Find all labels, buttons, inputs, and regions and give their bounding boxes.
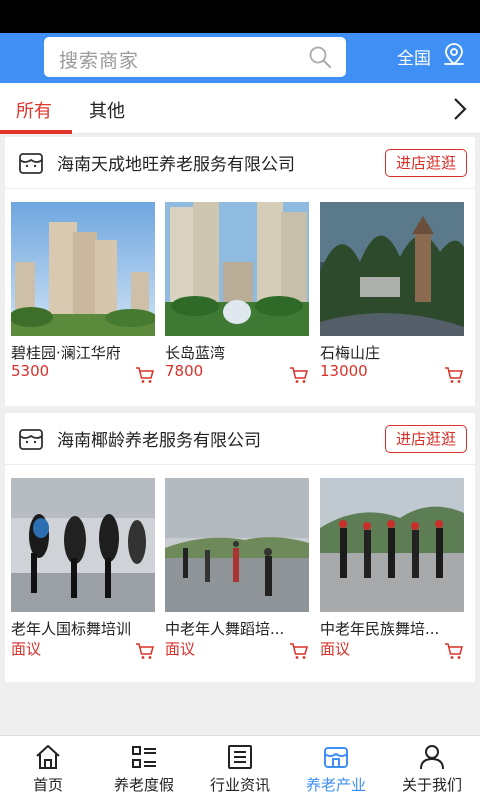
product-list: 老年人国标舞培训 面议 中老年人舞蹈培... 面议 中老年民族舞培... 面议 — [5, 478, 475, 668]
status-bar — [0, 0, 480, 33]
product-price: 5300 — [11, 362, 50, 380]
product-name: 石梅山庄 — [320, 344, 381, 362]
cart-icon[interactable] — [135, 642, 155, 660]
nav-label: 养老度假 — [113, 776, 174, 794]
category-tabs: 所有 其他 — [0, 83, 480, 134]
nav-label: 行业资讯 — [209, 776, 270, 794]
product-item[interactable]: 中老年人舞蹈培... 面议 — [165, 478, 309, 668]
product-image[interactable] — [165, 202, 309, 336]
product-name: 中老年民族舞培... — [320, 620, 440, 638]
product-image[interactable] — [320, 202, 464, 336]
product-item[interactable]: 老年人国标舞培训 面议 — [11, 478, 155, 668]
nav-item-about[interactable]: 关于我们 — [384, 736, 480, 800]
product-list: 碧桂园·澜江华府 5300 长岛蓝湾 7800 石梅山庄 13000 — [5, 202, 475, 392]
nav-item-industry[interactable]: 养老产业 — [288, 736, 384, 800]
tab-other[interactable]: 其他 — [89, 97, 125, 123]
nav-label: 养老产业 — [305, 776, 366, 794]
shop-card: 海南天成地旺养老服务有限公司 进店逛逛 碧桂园·澜江华府 5300 长岛蓝湾 7… — [5, 137, 475, 406]
cart-icon[interactable] — [289, 642, 309, 660]
search-input[interactable]: 搜索商家 — [44, 37, 346, 77]
search-placeholder: 搜索商家 — [59, 50, 140, 72]
nav-label: 关于我们 — [401, 776, 462, 794]
product-price: 面议 — [165, 640, 196, 658]
search-icon[interactable] — [308, 45, 332, 69]
product-item[interactable]: 石梅山庄 13000 — [320, 202, 464, 392]
tab-all[interactable]: 所有 — [16, 97, 52, 123]
product-image[interactable] — [320, 478, 464, 612]
app-header: 搜索商家 全国 — [0, 33, 480, 83]
visit-shop-button[interactable]: 进店逛逛 — [385, 149, 467, 177]
store-icon — [324, 747, 348, 768]
active-tab-indicator — [0, 130, 72, 134]
product-item[interactable]: 长岛蓝湾 7800 — [165, 202, 309, 392]
shop-name[interactable]: 海南椰龄养老服务有限公司 — [57, 426, 261, 451]
shop-name[interactable]: 海南天成地旺养老服务有限公司 — [57, 150, 295, 175]
region-selector[interactable]: 全国 — [397, 44, 431, 69]
product-price: 面议 — [11, 640, 42, 658]
product-name: 长岛蓝湾 — [165, 344, 226, 362]
shop-header: 海南椰龄养老服务有限公司 进店逛逛 — [5, 413, 475, 465]
cart-icon[interactable] — [289, 366, 309, 384]
product-price: 7800 — [165, 362, 204, 380]
store-icon — [19, 153, 43, 174]
product-price: 面议 — [320, 640, 351, 658]
list-icon — [132, 746, 156, 768]
nav-label: 首页 — [32, 776, 63, 794]
user-icon — [420, 745, 444, 770]
nav-item-home[interactable]: 首页 — [0, 736, 96, 800]
product-name: 碧桂园·澜江华府 — [11, 344, 121, 362]
product-name: 中老年人舞蹈培... — [165, 620, 285, 638]
product-image[interactable] — [11, 202, 155, 336]
store-icon — [19, 429, 43, 450]
product-image[interactable] — [165, 478, 309, 612]
bottom-nav: 首页 养老度假 行业资讯 养老产业 关于我们 — [0, 735, 480, 800]
chevron-right-icon[interactable] — [450, 97, 470, 121]
nav-item-news[interactable]: 行业资讯 — [192, 736, 288, 800]
product-price: 13000 — [320, 362, 368, 380]
cart-icon[interactable] — [444, 642, 464, 660]
product-item[interactable]: 中老年民族舞培... 面议 — [320, 478, 464, 668]
nav-item-vacation[interactable]: 养老度假 — [96, 736, 192, 800]
cart-icon[interactable] — [444, 366, 464, 384]
location-icon[interactable] — [441, 42, 467, 68]
product-image[interactable] — [11, 478, 155, 612]
product-item[interactable]: 碧桂园·澜江华府 5300 — [11, 202, 155, 392]
home-icon — [36, 745, 60, 769]
cart-icon[interactable] — [135, 366, 155, 384]
visit-shop-button[interactable]: 进店逛逛 — [385, 425, 467, 453]
shop-header: 海南天成地旺养老服务有限公司 进店逛逛 — [5, 137, 475, 189]
shop-card: 海南椰龄养老服务有限公司 进店逛逛 老年人国标舞培训 面议 中老年人舞蹈培...… — [5, 413, 475, 682]
news-icon — [228, 745, 252, 769]
product-name: 老年人国标舞培训 — [11, 620, 132, 638]
